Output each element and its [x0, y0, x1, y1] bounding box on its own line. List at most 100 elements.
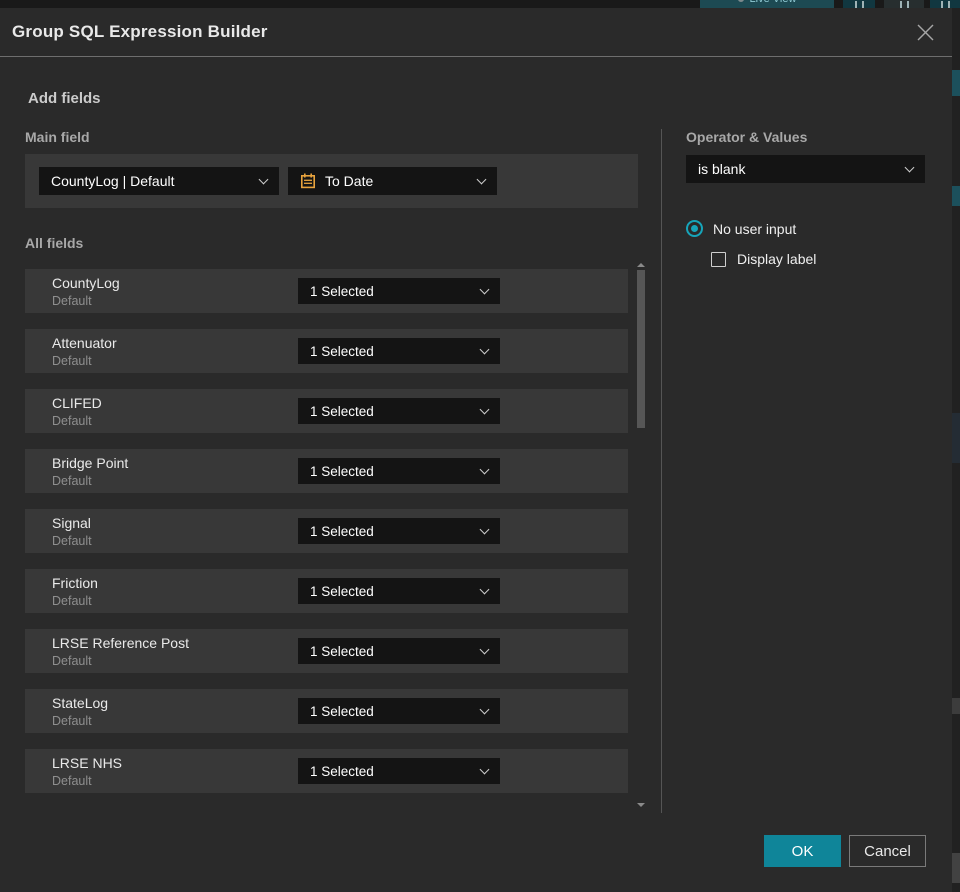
main-field-container: CountyLog | Default To Date: [25, 154, 638, 208]
background-fragment: [952, 853, 960, 883]
field-type-dropdown[interactable]: To Date: [288, 167, 497, 195]
add-fields-heading: Add fields: [28, 90, 101, 107]
chevron-down-icon: [479, 464, 490, 474]
main-field-dropdown[interactable]: CountyLog | Default: [39, 167, 279, 195]
selected-count-value: 1 Selected: [310, 463, 374, 479]
main-field-dropdown-value: CountyLog | Default: [51, 173, 175, 189]
fields-panel: Main field CountyLog | Default To Date A…: [0, 129, 662, 813]
ok-button[interactable]: OK: [764, 835, 841, 867]
field-meta: Bridge Point Default: [52, 455, 298, 488]
field-name: LRSE NHS: [52, 754, 123, 771]
scroll-down-icon[interactable]: [637, 803, 645, 807]
live-dot-icon: [737, 0, 744, 2]
selected-count-dropdown[interactable]: 1 Selected: [298, 698, 500, 724]
selected-count-value: 1 Selected: [310, 343, 374, 359]
checkbox-icon[interactable]: [711, 251, 726, 267]
operator-values-label: Operator & Values: [686, 129, 808, 145]
scroll-up-icon[interactable]: [637, 263, 645, 267]
selected-count-value: 1 Selected: [310, 283, 374, 299]
live-view-button: Live View: [700, 0, 834, 8]
radio-button-icon[interactable]: [686, 220, 703, 237]
field-meta: Friction Default: [52, 575, 298, 608]
field-subtitle: Default: [52, 293, 92, 308]
display-label-option[interactable]: Display label: [711, 251, 952, 267]
group-sql-expression-builder-dialog: Group SQL Expression Builder Add fields …: [0, 8, 952, 892]
chevron-down-icon: [479, 704, 490, 714]
selected-count-dropdown[interactable]: 1 Selected: [298, 638, 500, 664]
close-icon[interactable]: [910, 17, 940, 47]
chevron-down-icon: [479, 644, 490, 654]
background-button-fragment: [843, 0, 875, 8]
background-button-fragment: [930, 0, 960, 8]
field-name: CLIFED: [52, 394, 102, 411]
background-button-fragment: [884, 0, 924, 8]
selected-count-dropdown[interactable]: 1 Selected: [298, 278, 500, 304]
field-subtitle: Default: [52, 653, 92, 668]
background-fragment: [952, 70, 960, 96]
selected-count-dropdown[interactable]: 1 Selected: [298, 458, 500, 484]
field-name: Signal: [52, 514, 91, 531]
no-user-input-label: No user input: [713, 220, 797, 237]
cancel-button[interactable]: Cancel: [849, 835, 926, 867]
chevron-down-icon: [479, 764, 490, 774]
scrollbar[interactable]: [636, 263, 646, 807]
selected-count-dropdown[interactable]: 1 Selected: [298, 758, 500, 784]
field-meta: LRSE Reference Post Default: [52, 635, 298, 668]
selected-count-dropdown[interactable]: 1 Selected: [298, 518, 500, 544]
background-app-top-strip: Live View: [0, 0, 960, 8]
field-name: Friction: [52, 574, 98, 591]
field-meta: CountyLog Default: [52, 275, 298, 308]
selected-count-dropdown[interactable]: 1 Selected: [298, 578, 500, 604]
field-subtitle: Default: [52, 773, 92, 788]
chevron-down-icon: [479, 344, 490, 354]
field-row: CountyLog Default 1 Selected: [25, 269, 628, 313]
main-field-label: Main field: [25, 129, 90, 145]
dialog-title: Group SQL Expression Builder: [12, 22, 268, 41]
background-fragment: [952, 413, 960, 463]
field-type-dropdown-value: To Date: [325, 173, 374, 189]
field-meta: StateLog Default: [52, 695, 298, 728]
field-meta: Attenuator Default: [52, 335, 298, 368]
background-app-right-strip: [952, 8, 960, 892]
field-row: Attenuator Default 1 Selected: [25, 329, 628, 373]
selected-count-dropdown[interactable]: 1 Selected: [298, 398, 500, 424]
selected-count-value: 1 Selected: [310, 523, 374, 539]
chevron-down-icon: [479, 584, 490, 594]
scroll-thumb[interactable]: [637, 270, 645, 428]
selected-count-value: 1 Selected: [310, 583, 374, 599]
operator-dropdown-value: is blank: [698, 161, 746, 177]
display-label-label: Display label: [737, 251, 817, 267]
chevron-down-icon: [479, 404, 490, 414]
selected-count-value: 1 Selected: [310, 763, 374, 779]
all-fields-label: All fields: [25, 235, 84, 251]
live-view-label: Live View: [750, 0, 797, 5]
field-subtitle: Default: [52, 473, 92, 488]
operator-dropdown[interactable]: is blank: [686, 155, 925, 183]
no-user-input-option[interactable]: No user input: [686, 220, 952, 237]
chevron-down-icon: [479, 524, 490, 534]
chevron-down-icon: [258, 174, 269, 184]
field-meta: CLIFED Default: [52, 395, 298, 428]
field-meta: LRSE NHS Default: [52, 755, 298, 788]
field-name: LRSE Reference Post: [52, 634, 189, 651]
field-name: Attenuator: [52, 334, 117, 351]
field-row: LRSE NHS Default 1 Selected: [25, 749, 628, 793]
selected-count-value: 1 Selected: [310, 703, 374, 719]
all-fields-list-region: CountyLog Default 1 Selected Attenuator Defa…: [25, 263, 646, 807]
field-name: Bridge Point: [52, 454, 129, 471]
selected-count-dropdown[interactable]: 1 Selected: [298, 338, 500, 364]
field-name: CountyLog: [52, 274, 120, 291]
background-fragment: [952, 186, 960, 206]
field-row: Friction Default 1 Selected: [25, 569, 628, 613]
field-row: LRSE Reference Post Default 1 Selected: [25, 629, 628, 673]
chevron-down-icon: [904, 162, 915, 172]
field-row: StateLog Default 1 Selected: [25, 689, 628, 733]
calendar-icon: [300, 173, 316, 189]
all-fields-list: CountyLog Default 1 Selected Attenuator Defa…: [25, 269, 646, 793]
selected-count-value: 1 Selected: [310, 643, 374, 659]
field-name: StateLog: [52, 694, 109, 711]
selected-count-value: 1 Selected: [310, 403, 374, 419]
chevron-down-icon: [479, 284, 490, 294]
background-fragment: [952, 698, 960, 714]
field-row: CLIFED Default 1 Selected: [25, 389, 628, 433]
